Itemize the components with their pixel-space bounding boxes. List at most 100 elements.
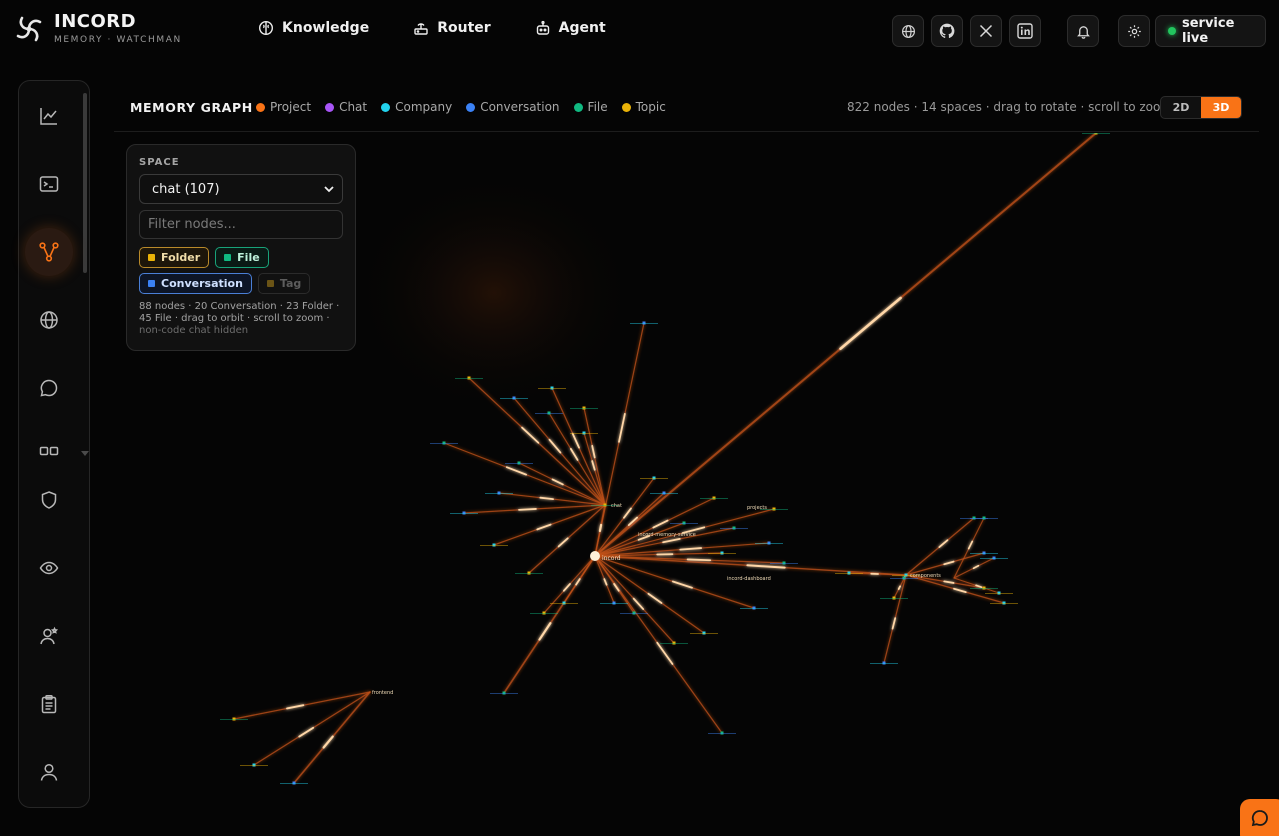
notifications-button[interactable]	[1067, 15, 1099, 47]
graph-edge-highlight	[656, 641, 674, 665]
graph-edge-highlight	[943, 560, 955, 566]
nav-agent-label: Agent	[558, 20, 606, 36]
chat-bubble-icon	[1251, 810, 1268, 827]
legend-dot	[573, 102, 583, 112]
graph-edge-highlight	[286, 704, 305, 710]
graph-center-node[interactable]	[590, 551, 600, 561]
chip-label: File	[237, 251, 260, 264]
graph-edge-highlight	[571, 432, 580, 449]
graph-stats: 822 nodes · 14 spaces · drag to rotate ·…	[847, 100, 1173, 114]
sidebar-item-chat[interactable]	[25, 364, 73, 412]
space-panel: SPACE chat (107) Folder File Conversatio…	[126, 144, 356, 351]
filter-chip-conversation[interactable]: Conversation	[139, 273, 252, 294]
space-select-value: chat (107)	[152, 181, 220, 197]
sidebar-scrollbar[interactable]	[83, 93, 87, 273]
graph-toolbar: MEMORY GRAPH Project Chat Company Conver…	[114, 92, 1259, 132]
legend-label: Conversation	[480, 100, 560, 114]
clipboard-icon	[41, 695, 57, 714]
x-button[interactable]	[970, 15, 1002, 47]
user-star-icon	[40, 626, 59, 645]
legend-item-file[interactable]: File	[573, 100, 608, 114]
graph-edge-highlight	[746, 564, 786, 569]
eye-icon	[39, 561, 59, 575]
chevron-down-icon[interactable]	[81, 451, 89, 457]
sidebar-item-profile[interactable]	[25, 748, 73, 796]
sidebar-item-memory-graph[interactable]	[25, 228, 73, 276]
service-status-label: service live	[1181, 16, 1235, 46]
node-label-frontend: frontend	[372, 690, 393, 696]
filter-chip-tag[interactable]: Tag	[257, 273, 311, 294]
graph-edge-highlight	[938, 539, 949, 548]
chip-swatch	[148, 280, 155, 287]
legend-item-project[interactable]: Project	[256, 100, 311, 114]
sidebar-item-web[interactable]	[25, 296, 73, 344]
graph-edge-highlight	[603, 578, 608, 586]
header-icon-group	[892, 15, 1157, 47]
graph-edge-highlight	[897, 585, 902, 590]
sidebar-item-terminal[interactable]	[25, 160, 73, 208]
filter-chip-folder[interactable]: Folder	[139, 247, 210, 268]
grid-icon	[39, 446, 59, 456]
settings-button[interactable]	[1118, 15, 1150, 47]
sidebar-item-analytics[interactable]	[25, 92, 73, 140]
legend-dot	[466, 102, 476, 112]
service-status-badge[interactable]: service live	[1155, 15, 1266, 47]
legend-item-chat[interactable]: Chat	[325, 100, 367, 114]
node-label-components: components	[910, 573, 941, 579]
view-toggle: 2D 3D	[1160, 96, 1242, 119]
graph-edge-highlight	[539, 496, 554, 501]
legend-item-company[interactable]: Company	[381, 100, 452, 114]
chip-swatch	[224, 254, 232, 261]
legend-label: File	[587, 100, 608, 114]
graph-edge-highlight	[298, 726, 315, 738]
graph-edge-highlight	[891, 617, 897, 630]
sidebar-item-tasks[interactable]	[25, 680, 73, 728]
nav-knowledge[interactable]: Knowledge	[258, 20, 369, 36]
legend-dot	[325, 102, 335, 112]
main-nav: Knowledge Router Agent	[258, 20, 650, 36]
globe-icon	[40, 311, 58, 329]
graph-edge-highlight	[672, 580, 693, 589]
router-icon	[414, 23, 428, 35]
filter-chip-file[interactable]: File	[215, 247, 269, 268]
brand-subtitle: MEMORY · WATCHMAN	[54, 35, 182, 45]
website-button[interactable]	[892, 15, 924, 47]
graph-edges	[233, 133, 1097, 784]
space-note: non-code chat hidden	[139, 325, 249, 336]
linkedin-icon	[1017, 23, 1033, 39]
graph-edge-highlight	[562, 583, 571, 592]
sidebar-item-security[interactable]	[25, 476, 73, 524]
brand-name: INCORD	[54, 11, 137, 32]
graph-nodes-icon	[39, 242, 59, 262]
nav-agent[interactable]: Agent	[535, 20, 606, 36]
space-label: SPACE	[139, 157, 180, 168]
linkedin-button[interactable]	[1009, 15, 1041, 47]
legend-dot	[621, 102, 631, 112]
robot-icon	[536, 20, 549, 35]
legend-item-topic[interactable]: Topic	[621, 100, 666, 114]
nav-router[interactable]: Router	[413, 20, 491, 36]
github-button[interactable]	[931, 15, 963, 47]
graph-edge-highlight	[591, 444, 596, 459]
view-3d-button[interactable]: 3D	[1201, 97, 1241, 118]
top-header: INCORD MEMORY · WATCHMAN Knowledge Route…	[0, 0, 1279, 64]
graph-edge-highlight	[839, 296, 902, 351]
legend-item-conversation[interactable]: Conversation	[466, 100, 560, 114]
chat-assistant-button[interactable]	[1240, 799, 1279, 836]
background-glow	[354, 173, 634, 413]
view-2d-button[interactable]: 2D	[1161, 97, 1201, 118]
graph-edge-highlight	[322, 735, 334, 749]
graph-legend: Project Chat Company Conversation File T…	[256, 100, 680, 114]
x-icon	[979, 24, 993, 38]
graph-edge-highlight	[686, 558, 712, 562]
graph-edge-highlight	[551, 478, 564, 486]
terminal-icon	[39, 176, 59, 192]
legend-dot	[256, 102, 265, 112]
sidebar-item-watch[interactable]	[25, 544, 73, 592]
space-select[interactable]: chat (107)	[139, 174, 343, 204]
sidebar-item-users[interactable]	[25, 612, 73, 660]
sidebar-item-apps[interactable]	[25, 427, 73, 475]
logo[interactable]: INCORD MEMORY · WATCHMAN	[14, 12, 182, 45]
filter-nodes-input[interactable]	[139, 210, 343, 239]
node-label-center: incord	[602, 555, 621, 562]
